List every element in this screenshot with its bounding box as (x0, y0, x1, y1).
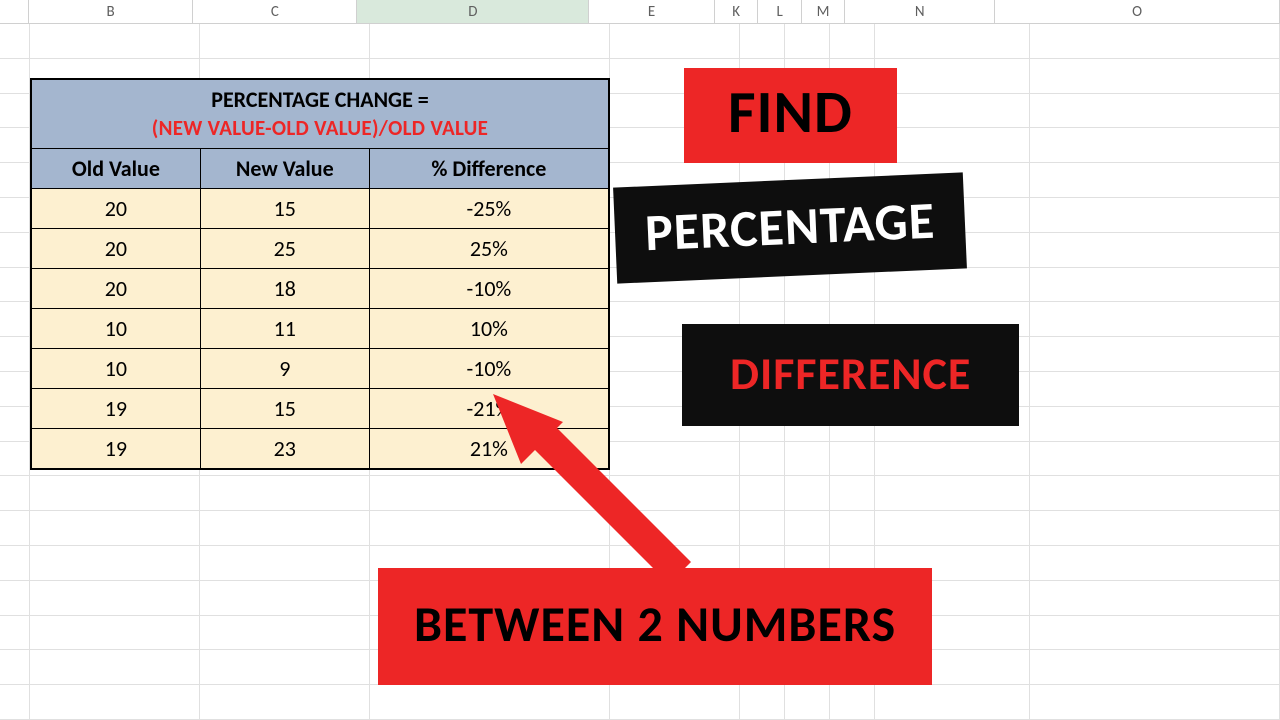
header-pct-difference: % Difference (370, 149, 608, 188)
cell-old-value[interactable]: 19 (32, 429, 201, 468)
table-header-row: Old Value New Value % Difference (32, 149, 608, 189)
header-new-value: New Value (201, 149, 370, 188)
percentage-change-table: PERCENTAGE CHANGE = (NEW VALUE-OLD VALUE… (30, 78, 610, 470)
cell-new-value[interactable]: 25 (201, 229, 370, 268)
table-row[interactable]: 192321% (32, 429, 608, 468)
cell-old-value[interactable]: 20 (32, 269, 201, 308)
col-header-N[interactable]: N (845, 0, 995, 23)
cell-old-value[interactable]: 19 (32, 389, 201, 428)
table-body: 2015-25%202525%2018-10%101110%109-10%191… (32, 189, 608, 468)
col-header-L[interactable]: L (758, 0, 802, 23)
col-header-K[interactable]: K (715, 0, 759, 23)
cell-pct-difference[interactable]: -10% (370, 349, 608, 388)
col-header-C[interactable]: C (193, 0, 357, 23)
cell-old-value[interactable]: 20 (32, 189, 201, 228)
formula-line1: PERCENTAGE CHANGE = (36, 86, 604, 115)
col-header-B[interactable]: B (29, 0, 193, 23)
banner-between: BETWEEN 2 NUMBERS (378, 568, 932, 685)
column-header-row: B C D E K L M N O (0, 0, 1280, 24)
table-row[interactable]: 2018-10% (32, 269, 608, 309)
formula-title: PERCENTAGE CHANGE = (NEW VALUE-OLD VALUE… (32, 80, 608, 149)
spreadsheet-grid[interactable]: // placeholder; real rows generated belo… (0, 24, 1280, 720)
cell-pct-difference[interactable]: -25% (370, 189, 608, 228)
cell-old-value[interactable]: 10 (32, 349, 201, 388)
cell-new-value[interactable]: 15 (201, 389, 370, 428)
cell-old-value[interactable]: 20 (32, 229, 201, 268)
banner-percentage: PERCENTAGE (613, 172, 967, 283)
table-row[interactable]: 1915-21% (32, 389, 608, 429)
cell-old-value[interactable]: 10 (32, 309, 201, 348)
cell-new-value[interactable]: 9 (201, 349, 370, 388)
banner-difference: DIFFERENCE (682, 324, 1019, 426)
col-header-O[interactable]: O (995, 0, 1280, 23)
col-header-D[interactable]: D (357, 0, 589, 23)
cell-pct-difference[interactable]: 25% (370, 229, 608, 268)
table-row[interactable]: 202525% (32, 229, 608, 269)
cell-pct-difference[interactable]: 21% (370, 429, 608, 468)
cell-pct-difference[interactable]: 10% (370, 309, 608, 348)
table-row[interactable]: 2015-25% (32, 189, 608, 229)
header-old-value: Old Value (32, 149, 201, 188)
cell-new-value[interactable]: 11 (201, 309, 370, 348)
cell-new-value[interactable]: 15 (201, 189, 370, 228)
cell-new-value[interactable]: 23 (201, 429, 370, 468)
cell-pct-difference[interactable]: -10% (370, 269, 608, 308)
formula-line2: (NEW VALUE-OLD VALUE)/OLD VALUE (36, 115, 604, 142)
table-row[interactable]: 109-10% (32, 349, 608, 389)
col-header-M[interactable]: M (802, 0, 846, 23)
cell-new-value[interactable]: 18 (201, 269, 370, 308)
table-row[interactable]: 101110% (32, 309, 608, 349)
cell-pct-difference[interactable]: -21% (370, 389, 608, 428)
banner-find: FIND (684, 68, 897, 163)
col-header-E[interactable]: E (589, 0, 715, 23)
